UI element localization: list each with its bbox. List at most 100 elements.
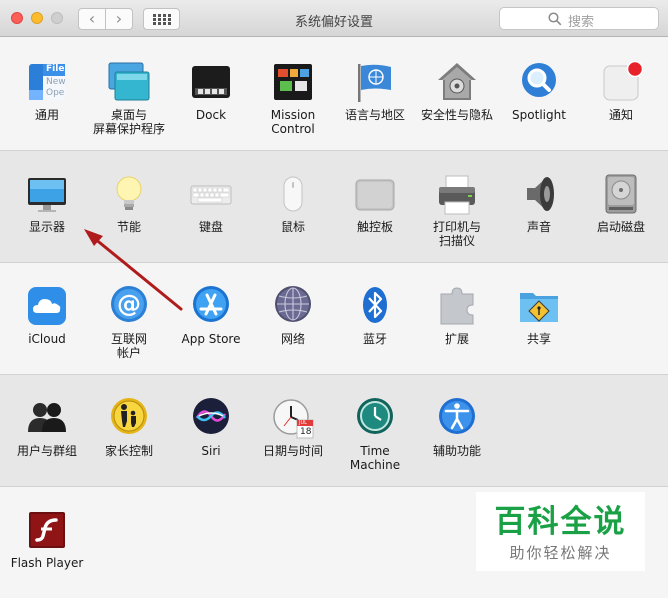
pane-label: Siri bbox=[201, 444, 221, 458]
pane-label: 通知 bbox=[608, 108, 633, 122]
pane-spotlight[interactable]: Spotlight bbox=[498, 60, 580, 122]
pane-notifications[interactable]: 通知 bbox=[580, 60, 662, 122]
pane-siri[interactable]: Siri bbox=[170, 396, 252, 458]
pane-label: 显示器 bbox=[28, 220, 65, 234]
siri-icon bbox=[189, 396, 233, 440]
pane-label: Mission Control bbox=[270, 108, 316, 136]
sharing-folder-icon bbox=[517, 284, 561, 328]
pane-energy-saver[interactable]: 节能 bbox=[88, 172, 170, 234]
close-window-button[interactable] bbox=[11, 12, 23, 24]
speaker-icon bbox=[517, 172, 561, 216]
pane-label: 键盘 bbox=[198, 220, 223, 234]
dock-icon bbox=[189, 60, 233, 104]
clock-calendar-icon: JUL 18 bbox=[271, 396, 315, 440]
search-icon bbox=[548, 12, 562, 26]
pane-label: 家长控制 bbox=[104, 444, 153, 458]
pane-date-time[interactable]: JUL 18 日期与时间 bbox=[252, 396, 334, 458]
printer-icon bbox=[435, 172, 479, 216]
pane-app-store[interactable]: App Store bbox=[170, 284, 252, 346]
pane-mouse[interactable]: 鼠标 bbox=[252, 172, 334, 234]
spotlight-magnifier-icon bbox=[517, 60, 561, 104]
pane-network[interactable]: 网络 bbox=[252, 284, 334, 346]
pane-sound[interactable]: 声音 bbox=[498, 172, 580, 234]
chevron-right-icon: › bbox=[115, 9, 123, 28]
search-field[interactable]: 搜索 bbox=[499, 7, 659, 30]
mouse-icon bbox=[271, 172, 315, 216]
pane-label: 语言与地区 bbox=[344, 108, 405, 122]
network-globe-icon bbox=[271, 284, 315, 328]
zoom-window-button[interactable] bbox=[51, 12, 63, 24]
pane-label: 触控板 bbox=[356, 220, 393, 234]
mission-control-icon bbox=[271, 60, 315, 104]
pane-label: 用户与群组 bbox=[16, 444, 77, 458]
minimize-window-button[interactable] bbox=[31, 12, 43, 24]
watermark-title: 百科全说 bbox=[494, 504, 627, 540]
internet-accounts-at-icon: @ bbox=[107, 284, 151, 328]
show-all-button[interactable] bbox=[143, 8, 180, 30]
keyboard-icon bbox=[189, 172, 233, 216]
desktop-screensaver-icon bbox=[107, 60, 151, 104]
pane-label: 扩展 bbox=[444, 332, 469, 346]
pane-flash-player[interactable]: Flash Player bbox=[6, 508, 88, 570]
back-button[interactable]: ‹ bbox=[78, 8, 106, 30]
pane-label: 启动磁盘 bbox=[596, 220, 645, 234]
pane-label: 日期与时间 bbox=[262, 444, 323, 458]
pane-label: 打印机与 扫描仪 bbox=[432, 220, 481, 248]
pane-label: 共享 bbox=[526, 332, 551, 346]
app-store-icon bbox=[189, 284, 233, 328]
pane-printers-scanners[interactable]: 打印机与 扫描仪 bbox=[416, 172, 498, 248]
security-house-icon bbox=[435, 60, 479, 104]
pane-trackpad[interactable]: 触控板 bbox=[334, 172, 416, 234]
pane-security-privacy[interactable]: 安全性与隐私 bbox=[416, 60, 498, 122]
pane-label: iCloud bbox=[28, 332, 66, 346]
pane-bluetooth[interactable]: 蓝牙 bbox=[334, 284, 416, 346]
pane-label: Dock bbox=[195, 108, 227, 122]
notifications-icon bbox=[599, 60, 644, 104]
pane-language-region[interactable]: 语言与地区 bbox=[334, 60, 416, 122]
pane-icloud[interactable]: iCloud bbox=[6, 284, 88, 346]
pane-label: App Store bbox=[181, 332, 241, 346]
window-title: 系统偏好设置 bbox=[294, 15, 373, 30]
pane-internet-accounts[interactable]: @ 互联网 帐户 bbox=[88, 284, 170, 360]
watermark: 百科全说 助你轻松解决 bbox=[476, 492, 645, 571]
pane-label: 桌面与 屏幕保护程序 bbox=[92, 108, 165, 136]
pane-extensions[interactable]: 扩展 bbox=[416, 284, 498, 346]
pane-desktop-screensaver[interactable]: 桌面与 屏幕保护程序 bbox=[88, 60, 170, 136]
pane-dock[interactable]: Dock bbox=[170, 60, 252, 122]
watermark-subtitle: 助你轻松解决 bbox=[509, 544, 612, 562]
pane-parental-controls[interactable]: 家长控制 bbox=[88, 396, 170, 458]
pane-startup-disk[interactable]: 启动磁盘 bbox=[580, 172, 662, 234]
users-groups-icon bbox=[25, 396, 69, 440]
title-bar: ‹ › 系统偏好设置 搜索 bbox=[0, 0, 668, 37]
pane-label: 通用 bbox=[34, 108, 59, 122]
pane-label: Spotlight bbox=[512, 108, 566, 122]
time-machine-icon bbox=[353, 396, 397, 440]
icloud-icon bbox=[25, 284, 69, 328]
pane-label: 蓝牙 bbox=[362, 332, 387, 346]
pane-label: 安全性与隐私 bbox=[420, 108, 493, 122]
pane-label: 辅助功能 bbox=[432, 444, 481, 458]
display-monitor-icon bbox=[25, 172, 69, 216]
pane-keyboard[interactable]: 键盘 bbox=[170, 172, 252, 234]
bluetooth-icon bbox=[353, 284, 397, 328]
accessibility-icon bbox=[435, 396, 479, 440]
pane-users-groups[interactable]: 用户与群组 bbox=[6, 396, 88, 458]
language-region-flag-icon bbox=[353, 60, 397, 104]
pane-sharing[interactable]: 共享 bbox=[498, 284, 580, 346]
pane-label: 网络 bbox=[280, 332, 305, 346]
trackpad-icon bbox=[353, 172, 397, 216]
extensions-puzzle-icon bbox=[435, 284, 479, 328]
pane-general[interactable]: File New Ope 通用 bbox=[6, 60, 88, 122]
pane-mission-control[interactable]: Mission Control bbox=[252, 60, 334, 136]
general-icon: File New Ope bbox=[25, 60, 69, 104]
pane-label: 鼠标 bbox=[280, 220, 305, 234]
svg-text:@: @ bbox=[117, 290, 141, 318]
forward-button[interactable]: › bbox=[105, 8, 133, 30]
pane-time-machine[interactable]: Time Machine bbox=[334, 396, 416, 472]
pane-label: Time Machine bbox=[349, 444, 401, 472]
pane-displays[interactable]: 显示器 bbox=[6, 172, 88, 234]
pane-accessibility[interactable]: 辅助功能 bbox=[416, 396, 498, 458]
parental-controls-icon bbox=[107, 396, 151, 440]
energy-bulb-icon bbox=[107, 172, 151, 216]
hard-disk-icon bbox=[599, 172, 643, 216]
